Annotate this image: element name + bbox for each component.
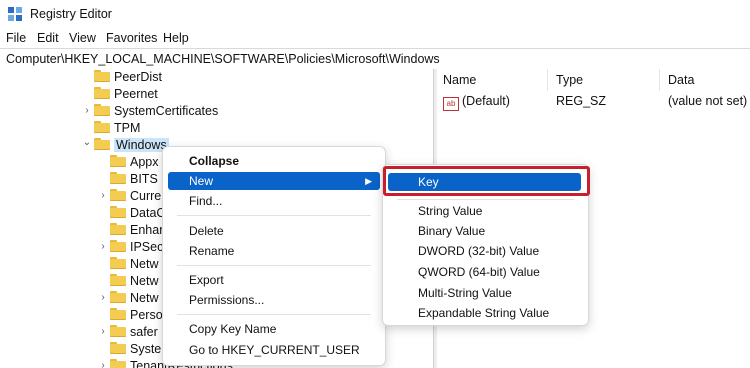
submenu-item-dword-value[interactable]: DWORD (32-bit) Value	[388, 242, 581, 260]
folder-icon	[110, 223, 126, 235]
value-name: (Default)	[462, 94, 510, 108]
column-header-data[interactable]: Data	[668, 73, 694, 87]
tree-node-child[interactable]: Syste	[110, 341, 161, 358]
folder-icon	[110, 257, 126, 269]
folder-icon	[110, 240, 126, 252]
menu-item-rename[interactable]: Rename	[168, 242, 380, 260]
tree-node-windows[interactable]: Windows	[94, 137, 169, 154]
tree-node-child[interactable]: Netw	[110, 290, 158, 307]
tree-node-child[interactable]: safer	[110, 324, 158, 341]
chevron-right-icon[interactable]: ›	[98, 292, 108, 303]
tree-node-peerdist[interactable]: PeerDist	[94, 69, 162, 86]
menu-view[interactable]: View	[69, 31, 96, 45]
window-title: Registry Editor	[30, 7, 112, 21]
folder-icon	[110, 206, 126, 218]
string-value-icon: ab	[443, 97, 459, 111]
context-menu: Collapse New ▶ Find... Delete Rename Exp…	[162, 146, 386, 366]
chevron-right-icon[interactable]: ›	[98, 360, 108, 368]
menu-item-find[interactable]: Find...	[168, 192, 380, 210]
submenu-item-binary-value[interactable]: Binary Value	[388, 222, 581, 240]
chevron-right-icon[interactable]: ›	[98, 241, 108, 252]
tree-node-child[interactable]: IPSec	[110, 239, 163, 256]
menu-item-collapse[interactable]: Collapse	[168, 152, 380, 170]
menu-separator	[177, 265, 371, 266]
value-row-default[interactable]: ab (Default)	[443, 94, 510, 111]
submenu-item-string-value[interactable]: String Value	[388, 202, 581, 220]
tree-node-child[interactable]: BITS	[110, 171, 158, 188]
tree-node-child[interactable]: Appx	[110, 154, 159, 171]
title-bar: Registry Editor	[0, 0, 750, 28]
folder-icon	[110, 155, 126, 167]
tree-node-tpm[interactable]: TPM	[94, 120, 140, 137]
menu-separator	[177, 314, 371, 315]
folder-icon	[110, 172, 126, 184]
menu-help[interactable]: Help	[163, 31, 189, 45]
tree-node-systemcertificates[interactable]: SystemCertificates	[94, 103, 218, 120]
submenu-item-multi-string-value[interactable]: Multi-String Value	[388, 284, 581, 302]
menu-file[interactable]: File	[6, 31, 26, 45]
annotation-highlight-box	[383, 166, 590, 196]
value-type: REG_SZ	[556, 94, 607, 108]
menu-favorites[interactable]: Favorites	[106, 31, 157, 45]
column-header-name[interactable]: Name	[443, 73, 476, 87]
tree-node-child[interactable]: Enhar	[110, 222, 163, 239]
submenu-item-qword-value[interactable]: QWORD (64-bit) Value	[388, 263, 581, 281]
menu-item-copy-key-name[interactable]: Copy Key Name	[168, 320, 380, 338]
folder-icon	[110, 291, 126, 303]
folder-icon	[110, 308, 126, 320]
folder-icon	[94, 121, 110, 133]
address-bar[interactable]: Computer\HKEY_LOCAL_MACHINE\SOFTWARE\Pol…	[0, 48, 750, 70]
submenu-item-expandable-string-value[interactable]: Expandable String Value	[388, 304, 581, 322]
tree-node-child[interactable]: Netw	[110, 273, 158, 290]
menu-item-delete[interactable]: Delete	[168, 222, 380, 240]
menu-item-new-label: New	[189, 174, 214, 188]
tree-node-child[interactable]: Netw	[110, 256, 158, 273]
folder-icon	[110, 274, 126, 286]
menu-item-goto-hkcu[interactable]: Go to HKEY_CURRENT_USER	[168, 341, 380, 359]
tree-node-child[interactable]: Perso	[110, 307, 163, 324]
menu-separator	[177, 215, 371, 216]
menu-separator	[397, 199, 574, 200]
regedit-icon	[8, 7, 22, 21]
folder-icon	[94, 138, 110, 150]
menu-item-permissions[interactable]: Permissions...	[168, 291, 380, 309]
folder-icon	[110, 342, 126, 354]
column-divider[interactable]	[547, 69, 548, 91]
menu-item-export[interactable]: Export	[168, 271, 380, 289]
chevron-right-icon[interactable]: ›	[98, 326, 108, 337]
folder-icon	[94, 104, 110, 116]
selected-key-label: Windows	[114, 138, 169, 152]
folder-icon	[94, 87, 110, 99]
address-path[interactable]: Computer\HKEY_LOCAL_MACHINE\SOFTWARE\Pol…	[6, 52, 440, 66]
chevron-right-icon: ▶	[365, 176, 372, 186]
column-header-type[interactable]: Type	[556, 73, 583, 87]
folder-icon	[110, 325, 126, 337]
menu-item-new[interactable]: New ▶	[168, 172, 380, 190]
chevron-right-icon[interactable]: ›	[98, 190, 108, 201]
folder-icon	[110, 359, 126, 368]
menu-edit[interactable]: Edit	[37, 31, 59, 45]
chevron-down-icon[interactable]: ⌄	[82, 137, 92, 148]
column-divider[interactable]	[659, 69, 660, 91]
chevron-right-icon[interactable]: ›	[82, 105, 92, 116]
menu-bar: File Edit View Favorites Help	[0, 28, 750, 48]
tree-node-child[interactable]: Curre	[110, 188, 161, 205]
folder-icon	[110, 189, 126, 201]
tree-node-child[interactable]: DataC	[110, 205, 165, 222]
value-data: (value not set)	[668, 94, 748, 108]
tree-node-peernet[interactable]: Peernet	[94, 86, 158, 103]
folder-icon	[94, 70, 110, 82]
